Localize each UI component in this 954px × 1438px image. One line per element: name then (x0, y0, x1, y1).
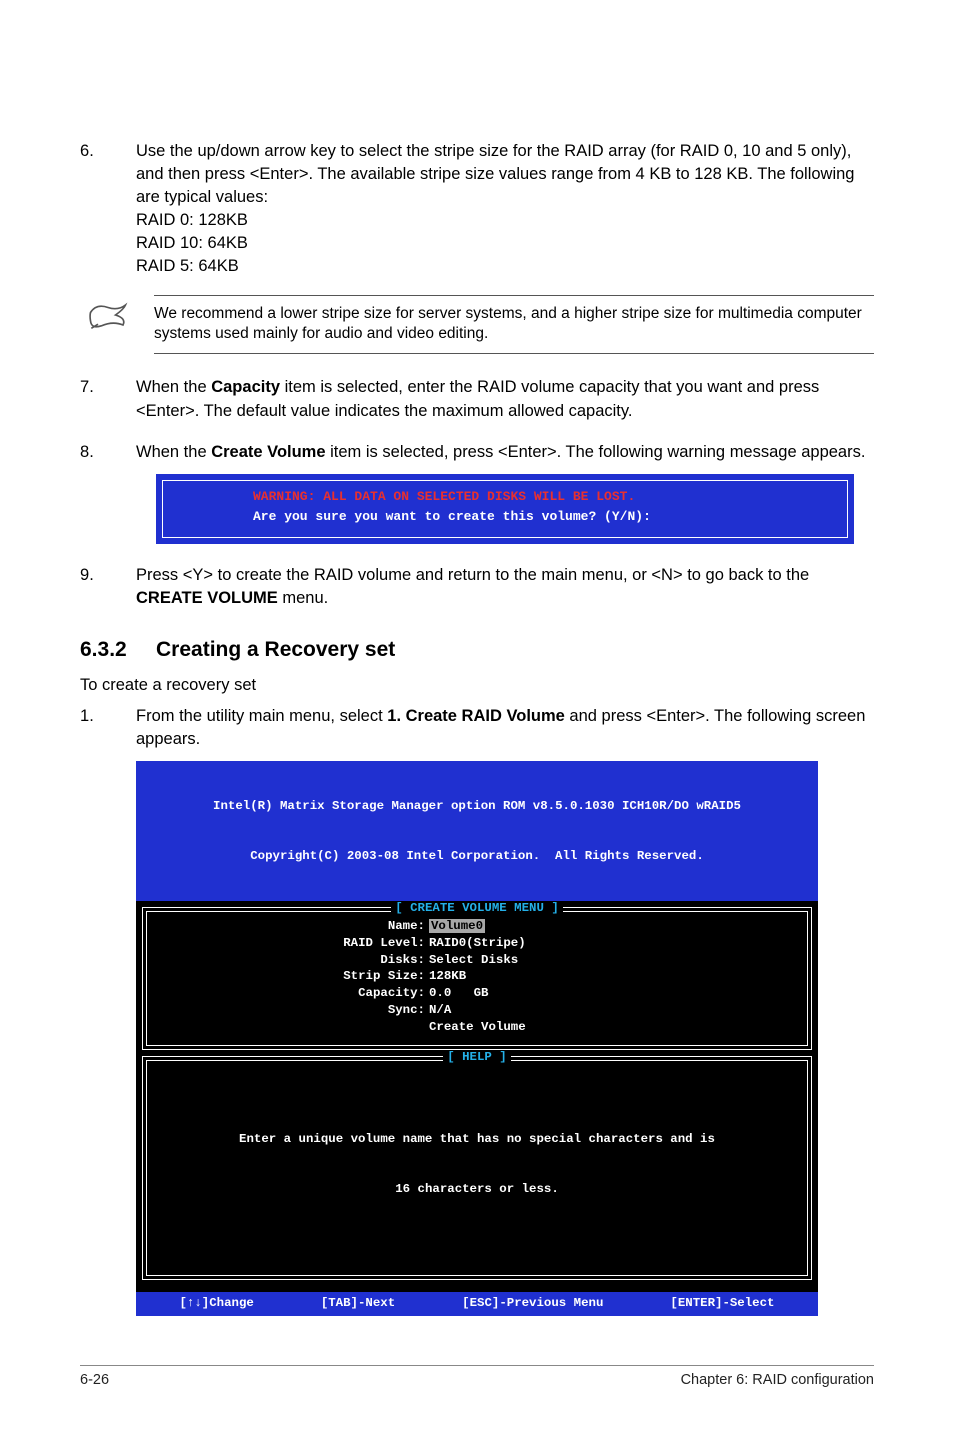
disks-label: Disks: (285, 952, 429, 969)
bios-screenshot: Intel(R) Matrix Storage Manager option R… (136, 761, 818, 1316)
step2-1: From the utility main menu, select 1. Cr… (80, 705, 874, 751)
step-6: Use the up/down arrow key to select the … (80, 140, 874, 279)
document-page: Use the up/down arrow key to select the … (0, 0, 954, 1438)
name-value-hl: Volume0 (429, 919, 485, 933)
footer-key-next: [TAB]-Next (321, 1295, 395, 1312)
step-7-bold: Capacity (211, 378, 280, 396)
step2-1-bold: 1. Create RAID Volume (387, 707, 565, 725)
footer-key-change: [↑↓]Change (179, 1295, 253, 1312)
menu-row-name: Name: Volume0 (155, 918, 799, 935)
note-icon (80, 295, 136, 331)
warning-inner: WARNING: ALL DATA ON SELECTED DISKS WILL… (162, 480, 848, 538)
chapter-label: Chapter 6: RAID configuration (681, 1372, 874, 1388)
step-list: Use the up/down arrow key to select the … (80, 140, 874, 279)
sync-label: Sync: (285, 1002, 429, 1019)
menu-row-sync: Sync: N/A (155, 1002, 799, 1019)
step-8-post: item is selected, press <Enter>. The fol… (326, 443, 866, 461)
step2-1-pre: From the utility main menu, select (136, 707, 387, 725)
bios-header-line2: Copyright(C) 2003-08 Intel Corporation. … (142, 848, 812, 865)
create-value: Create Volume (429, 1019, 669, 1036)
step-9-pre: Press <Y> to create the RAID volume and … (136, 566, 809, 584)
footer-key-prev: [ESC]-Previous Menu (462, 1295, 603, 1312)
warning-line-2: Are you sure you want to create this vol… (253, 507, 837, 527)
create-label (285, 1019, 429, 1036)
section-title: Creating a Recovery set (156, 638, 395, 661)
note-text: We recommend a lower stripe size for ser… (154, 295, 874, 355)
step-9-post: menu. (278, 589, 328, 607)
menu-row-disks: Disks: Select Disks (155, 952, 799, 969)
warning-line-1: WARNING: ALL DATA ON SELECTED DISKS WILL… (253, 487, 837, 507)
help-title: [ HELP ] (443, 1050, 511, 1064)
step-7: When the Capacity item is selected, ente… (80, 376, 874, 422)
strip-label: Strip Size: (285, 968, 429, 985)
step-8-bold: Create Volume (211, 443, 325, 461)
name-label: Name: (285, 918, 429, 935)
menu-row-raid: RAID Level: RAID0(Stripe) (155, 935, 799, 952)
create-volume-panel: [ CREATE VOLUME MENU ] Name: Volume0 RAI… (142, 907, 812, 1050)
step-list-2: From the utility main menu, select 1. Cr… (80, 705, 874, 751)
name-value: Volume0 (429, 918, 669, 935)
section-heading: 6.3.2Creating a Recovery set (80, 638, 874, 662)
step-8-pre: When the (136, 443, 211, 461)
page-number: 6-26 (80, 1372, 109, 1388)
menu-row-create: Create Volume (155, 1019, 799, 1036)
help-line1: Enter a unique volume name that has no s… (155, 1131, 799, 1148)
capacity-label: Capacity: (285, 985, 429, 1002)
section-number: 6.3.2 (80, 638, 156, 662)
bios-body: [ CREATE VOLUME MENU ] Name: Volume0 RAI… (136, 901, 818, 1292)
step-8: When the Create Volume item is selected,… (80, 441, 874, 544)
step-list-continued: When the Capacity item is selected, ente… (80, 376, 874, 610)
raid-value: RAID0(Stripe) (429, 935, 669, 952)
menu-row-capacity: Capacity: 0.0 GB (155, 985, 799, 1002)
bios-header-line1: Intel(R) Matrix Storage Manager option R… (142, 798, 812, 815)
step-9-bold: CREATE VOLUME (136, 589, 278, 607)
capacity-value: 0.0 GB (429, 985, 669, 1002)
step-6-line1: RAID 0: 128KB (136, 209, 874, 232)
raid-label: RAID Level: (285, 935, 429, 952)
warning-dialog: WARNING: ALL DATA ON SELECTED DISKS WILL… (156, 474, 854, 544)
disks-value: Select Disks (429, 952, 669, 969)
footer-key-select: [ENTER]-Select (670, 1295, 774, 1312)
strip-value: 128KB (429, 968, 669, 985)
step-6-line3: RAID 5: 64KB (136, 255, 874, 278)
step-6-text: Use the up/down arrow key to select the … (136, 142, 854, 206)
help-text: Enter a unique volume name that has no s… (155, 1067, 799, 1265)
help-panel: [ HELP ] Enter a unique volume name that… (142, 1056, 812, 1280)
note-block: We recommend a lower stripe size for ser… (80, 295, 874, 355)
step-9: Press <Y> to create the RAID volume and … (80, 564, 874, 610)
step-7-pre: When the (136, 378, 211, 396)
bios-footer: [↑↓]Change [TAB]-Next [ESC]-Previous Men… (136, 1292, 818, 1316)
menu-row-strip: Strip Size: 128KB (155, 968, 799, 985)
bios-header: Intel(R) Matrix Storage Manager option R… (136, 761, 818, 901)
step-6-line2: RAID 10: 64KB (136, 232, 874, 255)
page-footer: 6-26 Chapter 6: RAID configuration (80, 1365, 874, 1388)
intro-line: To create a recovery set (80, 676, 874, 695)
create-volume-title: [ CREATE VOLUME MENU ] (391, 901, 563, 915)
sync-value: N/A (429, 1002, 669, 1019)
help-line2: 16 characters or less. (155, 1181, 799, 1198)
